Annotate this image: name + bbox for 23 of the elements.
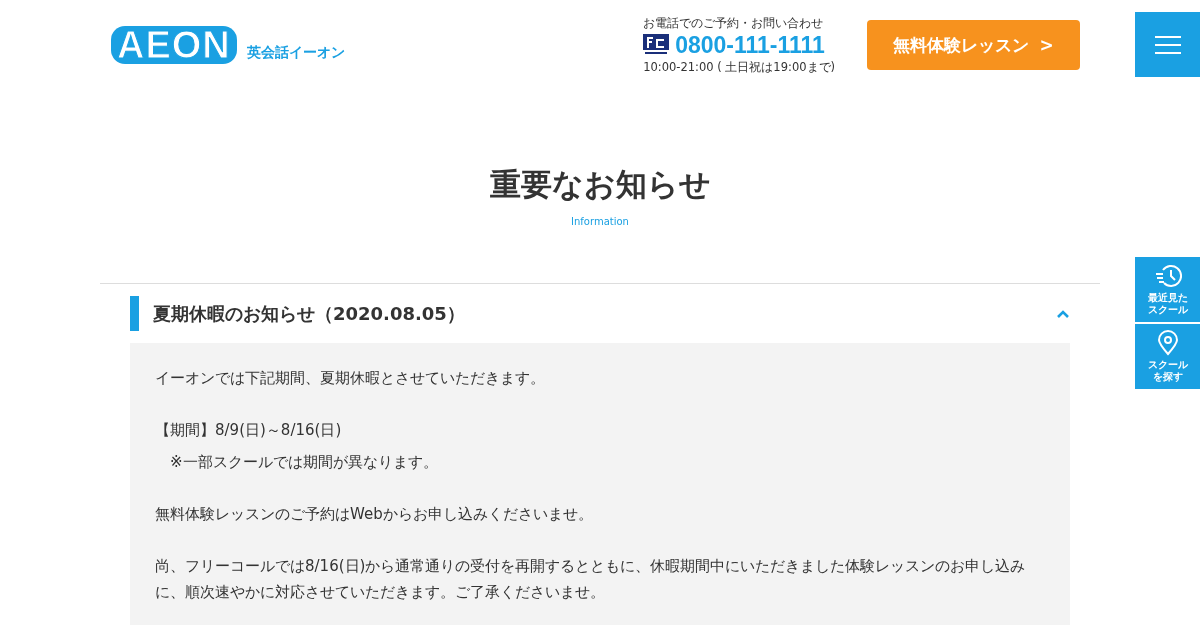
clock-icon [1153,263,1182,289]
caret-icon [1056,308,1070,319]
menu-icon [1154,34,1181,55]
page-subtitle: Information [570,216,630,227]
freecall-icon [643,34,670,56]
page-title: 重要なお知らせ [488,165,712,204]
free-trial-button[interactable]: 無料体験レッスン > [867,20,1080,70]
logo[interactable]: AEON [111,26,237,64]
menu-button[interactable] [1135,12,1200,77]
phone-number[interactable]: 0800-111-1111 [675,31,825,59]
notice-text: ※一部スクールでは期間が異なります。 [169,452,439,473]
find-school-button[interactable]: スクール を探す [1135,324,1200,389]
notice-text: 無料体験レッスンのご予約はWebからお申し込みくださいませ。 [155,504,594,525]
notice-text: 尚、フリーコールでは8/16(日)から通常通りの受付を再開するとともに、休暇期間中にいただきました体験レッスンのお申し込みに、順次速やかに対応させていただきます。ご了承くださいませ。 [155,556,1027,603]
recent-schools-button[interactable]: 最近見た スクール [1135,257,1200,322]
phone-label: お電話でのご予約・お問い合わせ [643,15,825,31]
map-pin-icon [1156,330,1179,356]
notice-text: イーオンでは下記期間、夏期休暇とさせていただきます。 [155,368,546,389]
phone-hours: 10:00-21:00 ( 土日祝は19:00まで) [643,59,835,75]
logo-subtitle: 英会話イーオン [246,44,345,62]
notice-header[interactable]: 夏期休暇のお知らせ（2020.08.05） [100,284,1100,343]
notice-text: 【期間】8/9(日)～8/16(日) [155,420,343,441]
accent-bar [130,296,139,331]
